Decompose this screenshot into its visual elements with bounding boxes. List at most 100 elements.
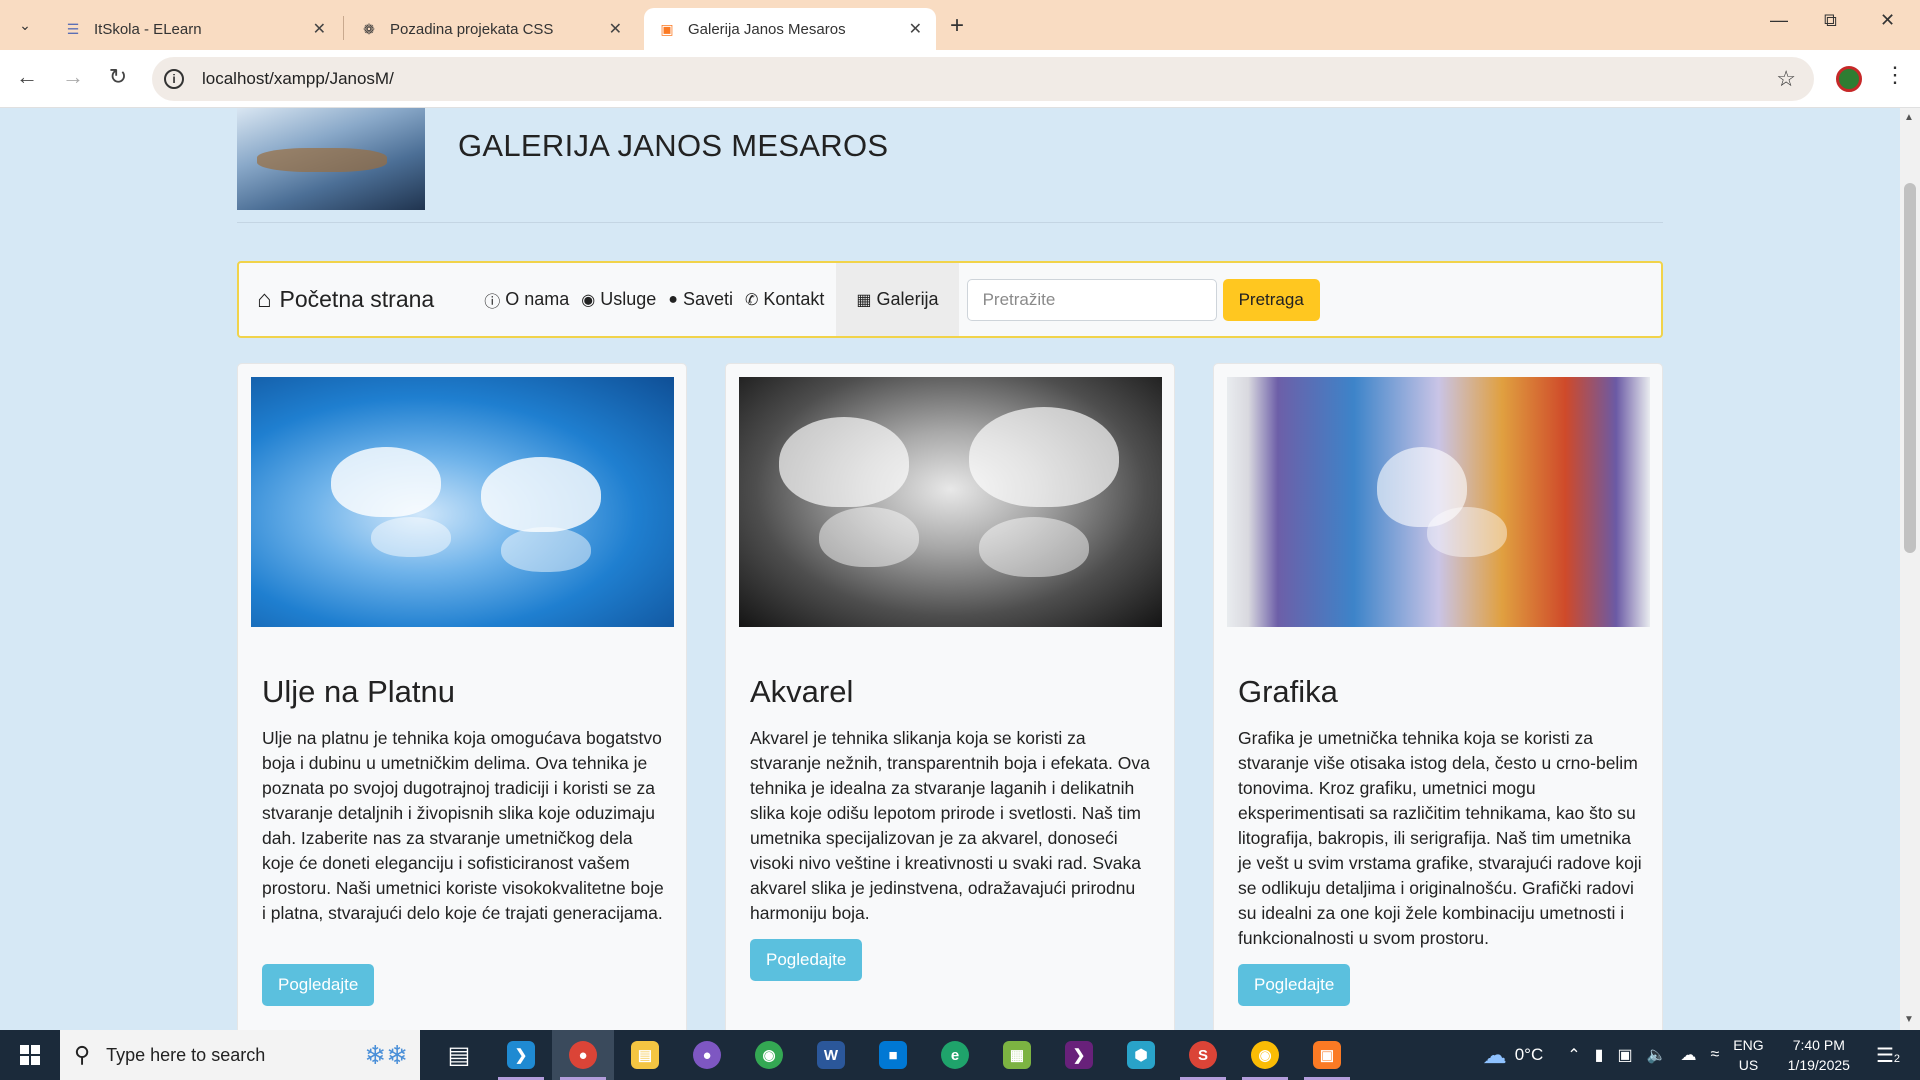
nav-link-label: Saveti xyxy=(682,289,733,309)
clock[interactable]: 7:40 PM 1/19/2025 xyxy=(1788,1035,1850,1075)
nav-link-usluge[interactable]: ◉ Usluge xyxy=(581,289,656,310)
card-title: Grafika xyxy=(1238,674,1338,709)
card-text: Ulje na platnu je tehnika koja omogućava… xyxy=(262,728,664,923)
tab-search-chevron-icon[interactable]: ⌄ xyxy=(10,10,40,40)
xampp-taskbar-icon[interactable]: ▣ xyxy=(1296,1030,1358,1080)
stack-icon: ☰ xyxy=(66,20,80,37)
onedrive-icon[interactable]: ☁ xyxy=(1681,1045,1697,1065)
home-icon: ⌂ xyxy=(257,285,272,313)
volume-icon[interactable]: 🔈 xyxy=(1647,1045,1667,1065)
language-indicator[interactable]: ENG US xyxy=(1733,1035,1763,1075)
taskbar-pinned-apps: ▤ ❯ ● ▤ ● ◉ W ■ e ▦ ❯ ⬢ S ◉ ▣ xyxy=(428,1030,1358,1080)
close-icon[interactable]: ✕ xyxy=(909,19,922,39)
sheets-app-icon[interactable]: ▦ xyxy=(986,1030,1048,1080)
restore-icon[interactable]: ⧉ xyxy=(1824,10,1837,31)
close-icon[interactable]: ✕ xyxy=(609,19,622,39)
main-navbar: ⌂ Početna strana ⓘ O nama ◉ Usluge ● Sav… xyxy=(237,261,1663,338)
windows-start-button[interactable] xyxy=(0,1030,60,1080)
chevron-up-icon[interactable]: ⌃ xyxy=(1567,1045,1580,1065)
scroll-up-arrow-icon[interactable]: ▲ xyxy=(1904,112,1914,123)
view-button[interactable]: Pogledajte xyxy=(262,964,375,1006)
page-scrollbar[interactable]: ▲ ▼ xyxy=(1900,108,1920,1030)
tab-title: Galerija Janos Mesaros xyxy=(688,20,846,38)
scroll-down-arrow-icon[interactable]: ▼ xyxy=(1904,1014,1914,1025)
clock-date: 1/19/2025 xyxy=(1787,1057,1850,1073)
nav-link-saveti[interactable]: ● Saveti xyxy=(668,289,733,310)
word-icon[interactable]: W xyxy=(800,1030,862,1080)
window-close-icon[interactable]: ✕ xyxy=(1880,10,1895,31)
taskbar-search-placeholder: Type here to search xyxy=(106,1044,266,1065)
phone-icon: ✆ xyxy=(744,291,759,309)
github-icon[interactable]: ● xyxy=(676,1030,738,1080)
card-ulje-na-platnu: Ulje na Platnu Ulje na platnu je tehnika… xyxy=(237,363,687,1030)
system-tray: ☁ 0°C ⌃ ▮ ▣ 🔈 ☁ ≈ ENG US 7:40 PM 1/19/20… xyxy=(1483,1030,1920,1080)
nav-links: ⓘ O nama ◉ Usluge ● Saveti ✆ Kontakt ▦ G… xyxy=(484,263,959,336)
card-title: Ulje na Platnu xyxy=(262,674,456,709)
weather-temperature: 0°C xyxy=(1514,1045,1544,1064)
clock-time: 7:40 PM xyxy=(1792,1037,1845,1053)
nav-link-label: Usluge xyxy=(600,289,657,309)
search-input[interactable] xyxy=(966,278,1217,321)
openai-icon: ❁ xyxy=(363,20,375,37)
nav-link-galerija[interactable]: ▦ Galerija xyxy=(836,263,959,336)
chrome-profile-icon[interactable]: ● xyxy=(552,1030,614,1080)
wifi-icon[interactable]: ≈ xyxy=(1711,1046,1720,1064)
scroll-thumb[interactable] xyxy=(1904,183,1916,553)
nav-brand-home[interactable]: ⌂ Početna strana xyxy=(257,286,434,314)
tab-title: ItSkola - ELearn xyxy=(94,20,202,38)
forward-arrow-icon[interactable]: → xyxy=(58,64,88,90)
new-tab-plus-icon[interactable]: + xyxy=(950,12,964,40)
meet-now-icon[interactable]: ▣ xyxy=(1617,1045,1632,1065)
minimize-icon[interactable]: — xyxy=(1770,10,1788,31)
cube-app-icon[interactable]: ⬢ xyxy=(1110,1030,1172,1080)
region-code: US xyxy=(1738,1057,1759,1073)
language-code: ENG xyxy=(1733,1037,1764,1053)
browser-toolbar: ← → ↻ i localhost/xampp/JanosM/ ☆ ⋮ xyxy=(0,50,1920,108)
menu-kebab-icon[interactable]: ⋮ xyxy=(1884,62,1906,88)
vscode-icon[interactable]: ❯ xyxy=(490,1030,552,1080)
weather-widget[interactable]: ☁ 0°C xyxy=(1483,1041,1544,1070)
card-akvarel: Akvarel Akvarel je tehnika slikanja koja… xyxy=(725,363,1175,1030)
taskbar-search-box[interactable]: ⚲ Type here to search ❄❄ xyxy=(60,1030,420,1080)
tab-title: Pozadina projekata CSS xyxy=(390,20,554,38)
tab-itskola[interactable]: ☰ ItSkola - ELearn ✕ xyxy=(50,8,340,50)
profile-avatar[interactable] xyxy=(1836,66,1862,92)
notification-count: 2 xyxy=(1893,1052,1900,1065)
edge-icon[interactable]: e xyxy=(924,1030,986,1080)
file-explorer-icon[interactable]: ▤ xyxy=(614,1030,676,1080)
close-icon[interactable]: ✕ xyxy=(313,19,326,39)
site-info-icon[interactable]: i xyxy=(164,69,184,89)
palette-icon: ◉ xyxy=(581,291,596,309)
nav-link-label: Galerija xyxy=(876,289,939,309)
url-text[interactable]: localhost/xampp/JanosM/ xyxy=(202,69,394,89)
card-text: Grafika je umetnička tehnika koja se kor… xyxy=(1238,728,1642,948)
xampp-icon: ▣ xyxy=(660,20,674,37)
search-button[interactable]: Pretraga xyxy=(1222,278,1320,321)
chrome-profile-s-icon[interactable]: S xyxy=(1172,1030,1234,1080)
card-grafika: Grafika Grafika je umetnička tehnika koj… xyxy=(1213,363,1663,1030)
nav-link-label: Kontakt xyxy=(763,289,825,309)
tab-galerija[interactable]: ▣ Galerija Janos Mesaros ✕ xyxy=(644,8,936,50)
view-button[interactable]: Pogledajte xyxy=(1238,964,1351,1006)
chrome-second-icon[interactable]: ◉ xyxy=(1234,1030,1296,1080)
address-bar[interactable]: i localhost/xampp/JanosM/ ☆ xyxy=(152,57,1814,101)
nav-link-kontakt[interactable]: ✆ Kontakt xyxy=(745,289,824,310)
notifications-icon[interactable]: ☰2 xyxy=(1876,1043,1900,1068)
task-view-icon[interactable]: ▤ xyxy=(428,1030,490,1080)
visual-studio-icon[interactable]: ❯ xyxy=(1048,1030,1110,1080)
search-icon: ⚲ xyxy=(74,1042,91,1067)
browser-tab-strip: ⌄ ☰ ItSkola - ELearn ✕ ❁ Pozadina projek… xyxy=(0,0,1920,50)
battery-icon[interactable]: ▮ xyxy=(1595,1045,1604,1065)
tab-pozadina[interactable]: ❁ Pozadina projekata CSS ✕ xyxy=(346,8,636,50)
card-text: Akvarel je tehnika slikanja koja se kori… xyxy=(750,728,1150,923)
store-icon[interactable]: ■ xyxy=(862,1030,924,1080)
nav-link-o-nama[interactable]: ⓘ O nama xyxy=(484,288,569,312)
card-title: Akvarel xyxy=(750,674,854,709)
bookmark-star-icon[interactable]: ☆ xyxy=(1776,66,1796,92)
back-arrow-icon[interactable]: ← xyxy=(12,64,42,90)
chrome-icon[interactable]: ◉ xyxy=(738,1030,800,1080)
card-image-print xyxy=(1227,377,1650,627)
view-button[interactable]: Pogledajte xyxy=(750,939,863,981)
header-painting-image xyxy=(237,108,425,210)
reload-icon[interactable]: ↻ xyxy=(103,64,133,90)
